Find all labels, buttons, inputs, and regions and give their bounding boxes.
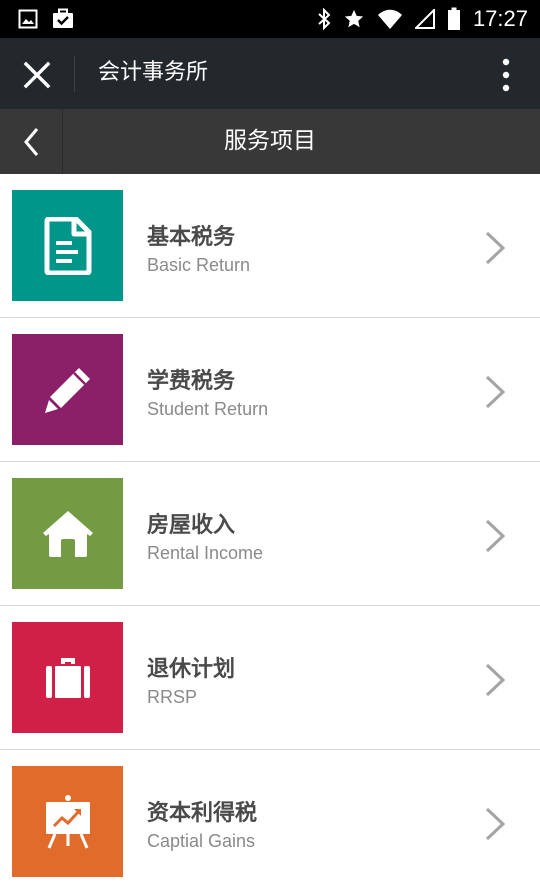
page-header: 服务项目 bbox=[0, 109, 540, 174]
star-icon bbox=[344, 9, 364, 28]
service-tile bbox=[12, 334, 123, 445]
service-subtitle: RRSP bbox=[147, 687, 198, 707]
service-item-student-return[interactable]: 学费税务 Student Return bbox=[0, 318, 540, 462]
pencil-icon bbox=[44, 367, 90, 413]
app-bar-divider bbox=[74, 56, 75, 92]
chevron-right-icon bbox=[485, 375, 506, 409]
service-title: 基本税务 bbox=[147, 225, 236, 250]
service-item-rrsp[interactable]: 退休计划 RRSP bbox=[0, 606, 540, 750]
app-bar: 会计事务所 bbox=[0, 38, 540, 109]
service-title: 学费税务 bbox=[147, 369, 236, 394]
suitcase-icon bbox=[45, 657, 90, 698]
chevron-right-icon bbox=[485, 519, 506, 553]
status-bar: 17:27 bbox=[0, 0, 540, 38]
service-title: 资本利得税 bbox=[147, 801, 258, 826]
service-title: 房屋收入 bbox=[147, 513, 236, 538]
signal-icon bbox=[414, 9, 435, 29]
home-icon bbox=[42, 510, 93, 557]
service-item-capital-gains[interactable]: 资本利得税 Captial Gains bbox=[0, 750, 540, 893]
service-tile bbox=[12, 766, 123, 877]
more-vert-icon[interactable] bbox=[502, 58, 510, 92]
service-list: 基本税务 Basic Return 学费税务 Student Return 房屋… bbox=[0, 174, 540, 893]
page-title: 服务项目 bbox=[224, 128, 316, 154]
wifi-icon bbox=[377, 9, 402, 29]
app-title: 会计事务所 bbox=[98, 60, 209, 85]
document-icon bbox=[44, 216, 91, 275]
chevron-right-icon bbox=[485, 663, 506, 697]
clock: 17:27 bbox=[472, 6, 528, 31]
back-button[interactable] bbox=[0, 109, 62, 174]
briefcase-check-icon bbox=[53, 8, 73, 28]
service-subtitle: Rental Income bbox=[147, 543, 264, 563]
service-subtitle: Captial Gains bbox=[147, 831, 256, 851]
service-tile bbox=[12, 190, 123, 301]
battery-icon bbox=[447, 7, 460, 30]
service-title: 退休计划 bbox=[147, 657, 236, 682]
chevron-left-icon bbox=[24, 128, 39, 156]
bluetooth-icon bbox=[318, 8, 331, 30]
close-icon[interactable] bbox=[22, 60, 52, 90]
back-divider bbox=[62, 109, 63, 174]
service-subtitle: Basic Return bbox=[147, 255, 251, 275]
chevron-right-icon bbox=[485, 231, 506, 265]
service-item-rental-income[interactable]: 房屋收入 Rental Income bbox=[0, 462, 540, 606]
service-tile bbox=[12, 622, 123, 733]
presentation-chart-icon bbox=[45, 794, 90, 849]
service-tile bbox=[12, 478, 123, 589]
service-item-basic-return[interactable]: 基本税务 Basic Return bbox=[0, 174, 540, 318]
gallery-icon bbox=[18, 9, 38, 29]
chevron-right-icon bbox=[485, 807, 506, 841]
service-subtitle: Student Return bbox=[147, 399, 269, 419]
